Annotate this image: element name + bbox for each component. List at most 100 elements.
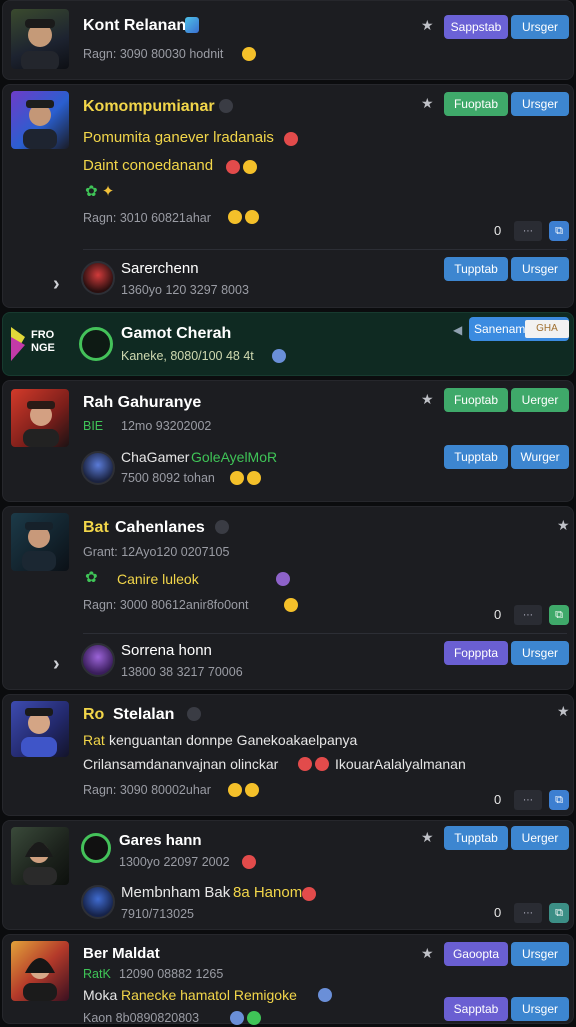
user-name[interactable]: Rah Gahuranye	[83, 394, 201, 412]
user-meta: 12mo 93202002	[121, 419, 212, 433]
primary-button[interactable]: Sappstab	[444, 15, 508, 39]
secondary-button[interactable]: Ursger	[511, 942, 569, 966]
primary-button[interactable]: Gaoopta	[444, 942, 508, 966]
reaction-icons: ✿ ✦	[85, 183, 115, 200]
star-icon[interactable]: ★	[421, 945, 434, 962]
star-icon[interactable]: ★	[557, 703, 570, 720]
share-icon[interactable]: ⧉	[549, 790, 569, 810]
emoji-icon	[281, 596, 298, 614]
share-icon[interactable]: ⧉	[549, 221, 569, 241]
avatar[interactable]	[81, 643, 115, 677]
user-name[interactable]: Gares hann	[119, 832, 202, 850]
reply-count: 0	[494, 223, 502, 238]
emoji-icon	[269, 347, 286, 365]
feed-card[interactable]: Komompumianar ★ Fuoptab Ursger Pomumita …	[2, 84, 574, 308]
primary-button[interactable]: Tupptab	[444, 257, 508, 281]
reply-name[interactable]: Sorrena honn	[121, 642, 212, 660]
user-name[interactable]: Cahenlanes	[115, 519, 205, 537]
user-meta: Ragn: 3010 60821ahar	[83, 211, 211, 225]
secondary-button[interactable]: Ursger	[511, 997, 569, 1021]
emoji-icon	[239, 45, 256, 63]
emoji-icon	[227, 1009, 261, 1027]
share-icon[interactable]: ⧉	[549, 605, 569, 625]
reply-name[interactable]: Membnham Bak	[121, 884, 230, 902]
user-meta: 1300yo 22097 2002	[119, 855, 230, 869]
name-prefix: Ro	[83, 706, 105, 723]
secondary-button[interactable]: Uerger	[511, 388, 569, 412]
status-badge[interactable]: Sanenam GHA	[469, 317, 569, 341]
post-line: Pomumita ganever lradanais	[83, 129, 274, 146]
group-icon[interactable]	[79, 327, 113, 361]
avatar[interactable]	[11, 91, 69, 149]
chevron-right-icon[interactable]: ›	[53, 653, 60, 676]
primary-button[interactable]: Fopppta	[444, 641, 508, 665]
secondary-button[interactable]: Uerger	[511, 826, 569, 850]
avatar[interactable]	[81, 451, 115, 485]
avatar[interactable]	[11, 941, 69, 1001]
primary-button[interactable]: Tupptab	[444, 445, 508, 469]
group-icon[interactable]	[81, 833, 111, 863]
avatar[interactable]	[11, 513, 69, 571]
feed-card[interactable]: Gares hann 1300yo 22097 2002 ★ Tupptab U…	[2, 820, 574, 930]
reply-meta: 7500 8092 tohan	[121, 471, 215, 485]
feed-card-highlighted[interactable]: FRO NGE Gamot Cherah Kaneke, 8080/100 48…	[2, 312, 574, 376]
more-button[interactable]: ⋯	[514, 605, 542, 625]
secondary-button[interactable]: Ursger	[511, 257, 569, 281]
reply-name[interactable]: Sarerchenn	[121, 260, 199, 278]
name-prefix: Bat	[83, 519, 109, 536]
feed-card[interactable]: Ber Maldat RatK 12090 08882 1265 ★ Gaoop…	[2, 934, 574, 1027]
star-icon[interactable]: ★	[421, 829, 434, 846]
star-icon[interactable]: ★	[557, 517, 570, 534]
user-name[interactable]: Stelalan	[113, 706, 174, 724]
avatar[interactable]	[81, 261, 115, 295]
avatar[interactable]	[11, 701, 69, 757]
user-meta: Kaon 8b0890820803	[83, 1011, 200, 1025]
user-name[interactable]: Kont Relanan	[83, 17, 186, 35]
meta-prefix: RatK	[83, 967, 111, 981]
user-meta: Ragn: 3090 80030 hodnit	[83, 47, 224, 61]
avatar[interactable]	[11, 9, 69, 69]
more-button[interactable]: ⋯	[514, 903, 542, 923]
primary-button[interactable]: Fuoptab	[444, 92, 508, 116]
emoji-icon	[225, 781, 259, 799]
primary-button[interactable]: Sapptab	[444, 997, 508, 1021]
more-button[interactable]: ⋯	[514, 221, 542, 241]
chevron-right-icon[interactable]: ›	[53, 273, 60, 296]
avatar[interactable]	[11, 389, 69, 447]
secondary-button[interactable]: Ursger	[511, 15, 569, 39]
feed-card[interactable]: Ro Stelalan ★ Rat kenguantan donnpe Gane…	[2, 694, 574, 816]
user-name[interactable]: Ber Maldat	[83, 945, 160, 963]
meta-prefix: BIE	[83, 419, 104, 433]
divider	[83, 249, 567, 250]
feed-card[interactable]: Rah Gahuranye BIE 12mo 93202002 ★ Fuopta…	[2, 380, 574, 502]
group-name[interactable]: Gamot Cherah	[121, 325, 231, 343]
badge-label-secondary: GHA	[525, 320, 569, 338]
reply-count: 0	[494, 792, 502, 807]
star-icon[interactable]: ★	[421, 95, 434, 112]
play-icon[interactable]: ◀	[453, 321, 462, 339]
reply-name[interactable]: ChaGamer	[121, 448, 189, 466]
reply-count: 0	[494, 905, 502, 920]
secondary-button[interactable]: Ursger	[511, 641, 569, 665]
feed-card[interactable]: Kont Relanan Ragn: 3090 80030 hodnit ★ S…	[2, 0, 574, 80]
feed-card[interactable]: Bat Cahenlanes ★ Grant: 12Ayo120 0207105…	[2, 506, 574, 690]
avatar[interactable]	[11, 827, 69, 885]
line-prefix: Moka	[83, 987, 118, 1003]
emoji-icon	[299, 885, 316, 903]
post-line: kenguantan donnpe Ganekoakaelpanya	[109, 732, 358, 748]
user-name[interactable]: Komompumianar	[83, 98, 215, 116]
star-icon[interactable]: ★	[421, 391, 434, 408]
secondary-button[interactable]: Ursger	[511, 92, 569, 116]
reply-name-highlight: 8a Hanom	[233, 884, 303, 901]
primary-button[interactable]: Fuoptab	[444, 388, 508, 412]
star-icon[interactable]: ★	[421, 17, 434, 34]
secondary-button[interactable]: Wurger	[511, 445, 569, 469]
share-icon[interactable]: ⧉	[549, 903, 569, 923]
brand-logo: FRO NGE	[11, 327, 63, 361]
emoji-icon	[227, 469, 261, 487]
group-meta: Kaneke, 8080/100 48 4t	[121, 349, 254, 363]
verified-icon	[219, 99, 233, 113]
avatar[interactable]	[81, 885, 115, 919]
primary-button[interactable]: Tupptab	[444, 826, 508, 850]
more-button[interactable]: ⋯	[514, 790, 542, 810]
